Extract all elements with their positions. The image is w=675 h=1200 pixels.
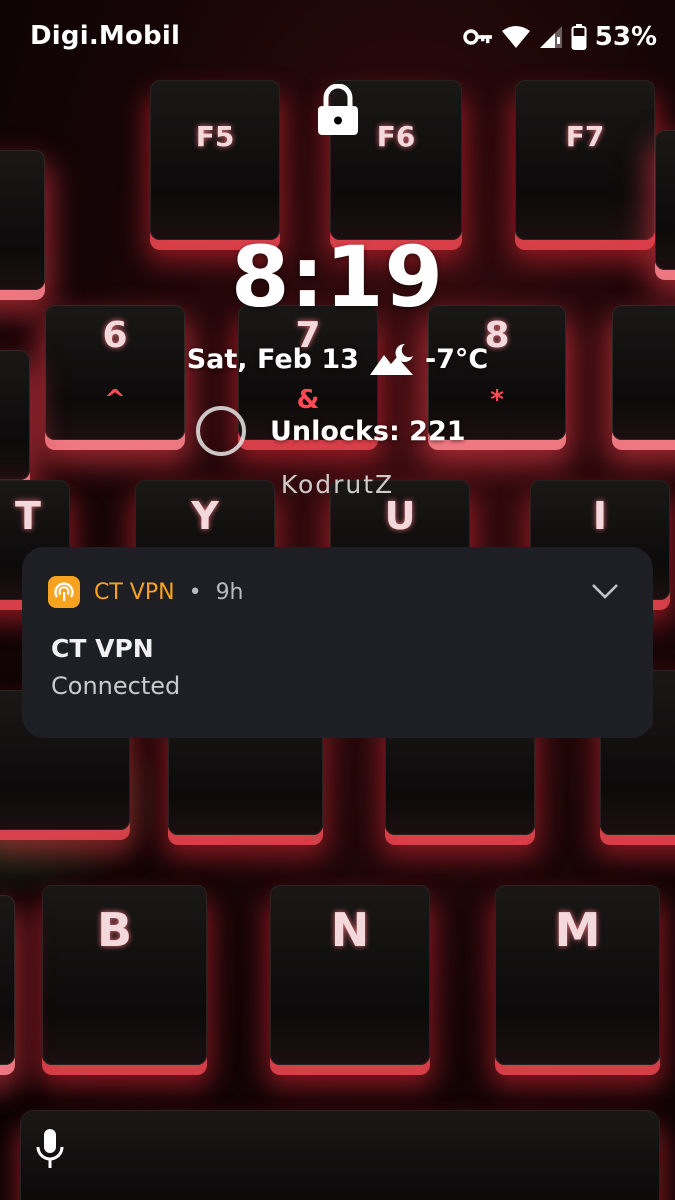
wallpaper-key-f5: F5 (150, 80, 280, 240)
wallpaper-key-b: B (42, 885, 207, 1065)
microphone-icon[interactable] (34, 1128, 66, 1170)
notification-card[interactable]: CT VPN • 9h CT VPN Connected (22, 547, 653, 738)
notification-app-name: CT VPN (94, 579, 175, 605)
battery-percentage: 53% (594, 22, 657, 52)
chevron-down-icon[interactable] (591, 581, 619, 601)
temperature: -7°C (424, 343, 489, 375)
notification-title: CT VPN (51, 634, 154, 663)
vpn-key-icon (463, 29, 492, 45)
battery-icon (571, 24, 587, 50)
lock-icon[interactable] (316, 84, 360, 136)
status-icons: 53% (463, 20, 657, 54)
wifi-icon (501, 26, 530, 48)
wallpaper-key-f7: F7 (515, 80, 655, 240)
vpn-app-icon (48, 576, 80, 608)
unlocks-ring-icon (196, 406, 246, 456)
wallpaper-key-m: M (495, 885, 660, 1065)
unlocks-counter: Unlocks: 221 (194, 404, 466, 458)
notification-time: 9h (215, 579, 244, 605)
date-weather-row[interactable]: Sat, Feb 13 -7°C (0, 342, 675, 376)
notification-separator: • (188, 579, 202, 605)
wallpaper-key-blank (20, 1110, 660, 1200)
unlocks-label: Unlocks: 221 (270, 415, 466, 447)
owner-info: KodrutZ (280, 470, 395, 499)
lock-screen-clock: 8:19 (231, 228, 444, 326)
cellular-signal-icon (539, 26, 562, 48)
lock-screen-date: Sat, Feb 13 (186, 343, 359, 375)
notification-header: CT VPN • 9h (48, 576, 244, 608)
notification-text: Connected (51, 672, 181, 700)
wallpaper-key-edge (0, 895, 15, 1065)
carrier-name: Digi.Mobil (30, 21, 181, 51)
status-bar: Digi.Mobil 53% (0, 0, 675, 76)
wallpaper-key-n: N (270, 885, 430, 1065)
night-mountain-moon-icon (369, 343, 413, 375)
